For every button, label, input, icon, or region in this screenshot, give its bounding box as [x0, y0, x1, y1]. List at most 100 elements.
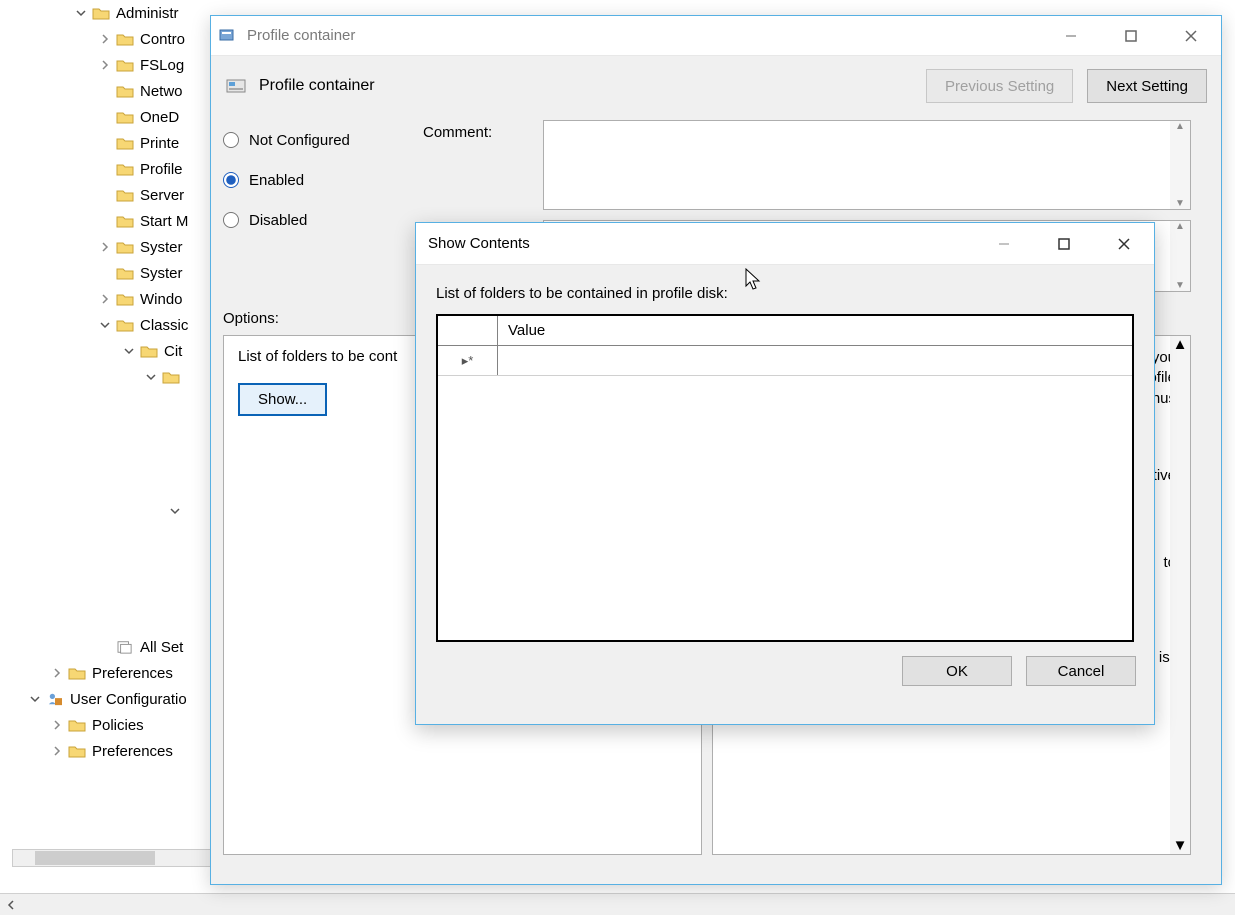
folder-icon — [68, 744, 86, 758]
tree-item-contro[interactable]: Contro — [0, 26, 210, 52]
tree-item-preferences2[interactable]: Preferences — [0, 738, 210, 764]
folder-icon — [140, 344, 158, 358]
grid-row[interactable]: ▸* — [438, 346, 1132, 376]
chevron-right-icon — [98, 58, 112, 72]
vscrollbar[interactable]: ▲▼ — [1170, 221, 1190, 291]
chevron-placeholder — [98, 84, 112, 98]
tree-item-sub2[interactable] — [0, 498, 210, 524]
vscrollbar[interactable]: ▲▼ — [1170, 121, 1190, 209]
mouse-cursor-icon — [745, 268, 763, 292]
next-setting-button[interactable]: Next Setting — [1087, 69, 1207, 103]
value-grid[interactable]: Value ▸* — [436, 314, 1134, 642]
tree-item-label: Netwo — [140, 83, 183, 100]
chevron-right-icon — [50, 744, 64, 758]
tree-item-label: OneD — [140, 109, 179, 126]
tree-item-user-config[interactable]: User Configuratio — [0, 686, 210, 712]
chevron-placeholder — [98, 110, 112, 124]
radio-input-disabled[interactable] — [223, 212, 239, 228]
close-button[interactable] — [1094, 224, 1154, 264]
show-contents-dialog: Show Contents List of folders to be cont… — [415, 222, 1155, 725]
window-title: Show Contents — [424, 235, 974, 252]
grid-cell-value[interactable] — [498, 346, 1132, 375]
cancel-button[interactable]: Cancel — [1026, 656, 1136, 686]
scrollbar-thumb[interactable] — [35, 851, 155, 865]
titlebar[interactable]: Show Contents — [416, 223, 1154, 265]
tree-item-label: Classic — [140, 317, 188, 334]
grid-row-marker: ▸* — [438, 346, 498, 375]
list-label: List of folders to be contained in profi… — [436, 285, 1134, 302]
tree-item-classic[interactable]: Classic — [0, 312, 210, 338]
tree-hscrollbar[interactable] — [12, 849, 212, 867]
folder-icon — [116, 136, 134, 150]
tree-item-label: Policies — [92, 717, 144, 734]
tree-item-netwo[interactable]: Netwo — [0, 78, 210, 104]
radio-label: Not Configured — [249, 132, 350, 149]
radio-not-configured[interactable]: Not Configured — [223, 120, 403, 160]
tree-item-label: Syster — [140, 265, 183, 282]
tree-item-label: Cit — [164, 343, 182, 360]
tree-item-printe[interactable]: Printe — [0, 130, 210, 156]
policy-tree: Administr Contro FSLog Netwo OneD Printe… — [0, 0, 210, 870]
radio-input-not-configured[interactable] — [223, 132, 239, 148]
chevron-placeholder — [98, 214, 112, 228]
tree-item-label: Preferences — [92, 665, 173, 682]
titlebar[interactable]: Profile container — [211, 16, 1221, 56]
tree-item-profile[interactable]: Profile — [0, 156, 210, 182]
maximize-button[interactable] — [1034, 224, 1094, 264]
folder-icon — [116, 318, 134, 332]
footer-chevron-left-icon[interactable] — [0, 900, 22, 910]
radio-input-enabled[interactable] — [223, 172, 239, 188]
comment-textbox[interactable]: ▲▼ — [543, 120, 1191, 210]
chevron-right-icon — [98, 32, 112, 46]
tree-item-label: Contro — [140, 31, 185, 48]
tree-item-all-settings[interactable]: All Set — [0, 634, 210, 660]
radio-disabled[interactable]: Disabled — [223, 200, 403, 240]
tree-item-server[interactable]: Server — [0, 182, 210, 208]
tree-item-syster2[interactable]: Syster — [0, 260, 210, 286]
tree-item-label: FSLog — [140, 57, 184, 74]
tree-item-label: Printe — [140, 135, 179, 152]
folder-icon — [116, 162, 134, 176]
tree-item-oned[interactable]: OneD — [0, 104, 210, 130]
maximize-button[interactable] — [1101, 16, 1161, 56]
chevron-down-icon — [168, 504, 182, 518]
folder-icon — [116, 292, 134, 306]
tree-item-policies[interactable]: Policies — [0, 712, 210, 738]
policy-setting-icon — [225, 74, 249, 98]
chevron-down-icon — [98, 318, 112, 332]
comment-label: Comment: — [423, 120, 543, 141]
chevron-down-icon — [28, 692, 42, 706]
folder-icon — [116, 58, 134, 72]
tree-item-fslog[interactable]: FSLog — [0, 52, 210, 78]
grid-header: Value — [438, 316, 1132, 346]
chevron-placeholder — [98, 136, 112, 150]
tree-item-syster1[interactable]: Syster — [0, 234, 210, 260]
chevron-right-icon — [98, 240, 112, 254]
setting-header: Profile container Previous Setting Next … — [211, 56, 1221, 116]
tree-item-preferences[interactable]: Preferences — [0, 660, 210, 686]
vscrollbar[interactable]: ▲▼ — [1170, 336, 1190, 854]
tree-item-windo[interactable]: Windo — [0, 286, 210, 312]
tree-item-label: All Set — [140, 639, 183, 656]
policy-setting-icon — [219, 27, 237, 45]
folder-icon — [92, 6, 110, 20]
footer-bar — [0, 893, 1235, 915]
folder-icon — [162, 370, 180, 384]
radio-enabled[interactable]: Enabled — [223, 160, 403, 200]
radio-label: Enabled — [249, 172, 304, 189]
folder-icon — [68, 718, 86, 732]
tree-item-startm[interactable]: Start M — [0, 208, 210, 234]
show-button[interactable]: Show... — [238, 383, 327, 416]
tree-item-label: Preferences — [92, 743, 173, 760]
tree-item-administr[interactable]: Administr — [0, 0, 210, 26]
ok-button[interactable]: OK — [902, 656, 1012, 686]
minimize-button[interactable] — [974, 224, 1034, 264]
radio-label: Disabled — [249, 212, 307, 229]
grid-column-value[interactable]: Value — [498, 316, 1132, 345]
tree-item-cit[interactable]: Cit — [0, 338, 210, 364]
minimize-button[interactable] — [1041, 16, 1101, 56]
value-input[interactable] — [506, 346, 1132, 375]
tree-item-label: User Configuratio — [70, 691, 187, 708]
close-button[interactable] — [1161, 16, 1221, 56]
tree-item-sub1[interactable] — [0, 364, 210, 390]
